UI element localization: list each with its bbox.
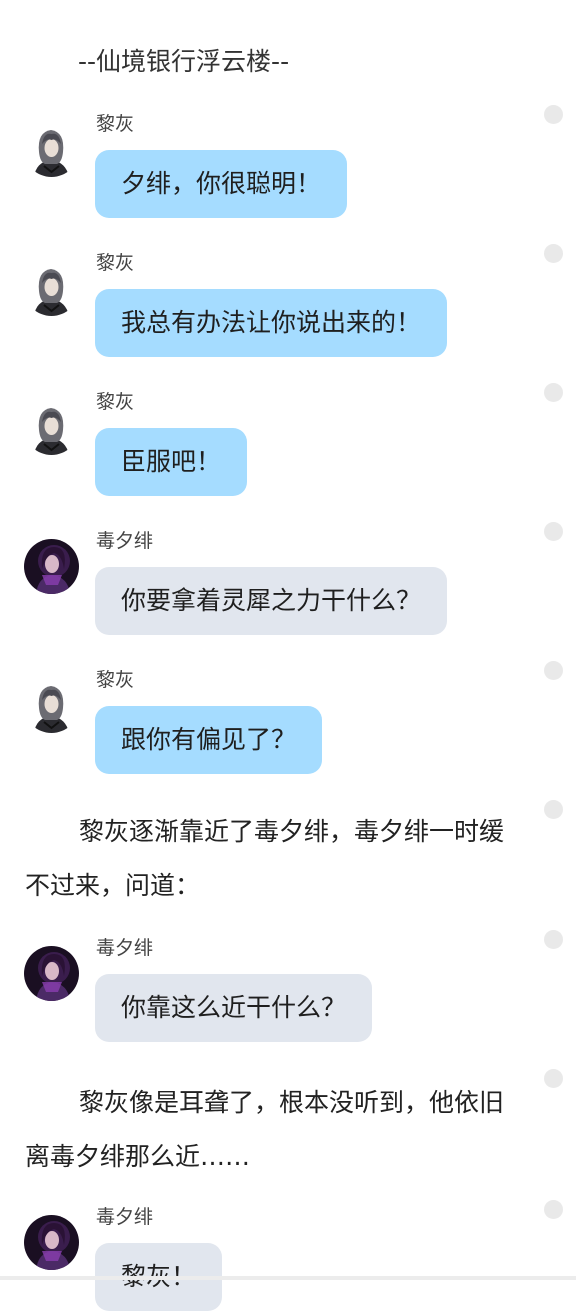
comment-dot-icon[interactable] (544, 1200, 563, 1219)
narration-text: 黎灰逐渐靠近了毒夕绯，毒夕绯一时缓不过来，问道： (25, 817, 505, 900)
duxifei-avatar-icon[interactable] (24, 946, 79, 1001)
lihui-avatar-icon[interactable] (24, 400, 79, 455)
message-bubble[interactable]: 跟你有偏见了？ (95, 706, 323, 774)
comment-dot-icon[interactable] (544, 522, 563, 541)
comment-dot-icon[interactable] (544, 930, 563, 949)
message-bubble[interactable]: 你要拿着灵犀之力干什么？ (95, 567, 448, 635)
lihui-avatar-icon[interactable] (24, 261, 79, 316)
duxifei-avatar-icon[interactable] (24, 1215, 79, 1270)
message-bubble[interactable]: 臣服吧！ (95, 428, 248, 496)
narration-text: 黎灰像是耳聋了，根本没听到，他依旧离毒夕绯那么近…… (25, 1088, 505, 1171)
sender-name: 毒夕绯 (96, 530, 154, 552)
scene-title: --仙境银行浮云楼-- (78, 47, 290, 76)
comment-dot-icon[interactable] (544, 1069, 563, 1088)
sender-name: 黎灰 (96, 669, 135, 691)
sender-name: 黎灰 (96, 391, 135, 413)
sender-name: 黎灰 (96, 252, 135, 274)
message-bubble[interactable]: 你靠这么近干什么？ (95, 974, 373, 1042)
comment-dot-icon[interactable] (544, 800, 563, 819)
message-bubble[interactable]: 夕绯，你很聪明！ (95, 150, 348, 218)
message-bubble[interactable]: 我总有办法让你说出来的！ (95, 289, 448, 357)
lihui-avatar-icon[interactable] (24, 122, 79, 177)
comment-dot-icon[interactable] (544, 661, 563, 680)
comment-dot-icon[interactable] (544, 383, 563, 402)
sender-name: 黎灰 (96, 113, 135, 135)
duxifei-avatar-icon[interactable] (24, 539, 79, 594)
comment-dot-icon[interactable] (544, 244, 563, 263)
sender-name: 毒夕绯 (96, 1206, 154, 1228)
lihui-avatar-icon[interactable] (24, 678, 79, 733)
comment-dot-icon[interactable] (544, 105, 563, 124)
bottom-divider (0, 1276, 576, 1280)
sender-name: 毒夕绯 (96, 937, 154, 959)
